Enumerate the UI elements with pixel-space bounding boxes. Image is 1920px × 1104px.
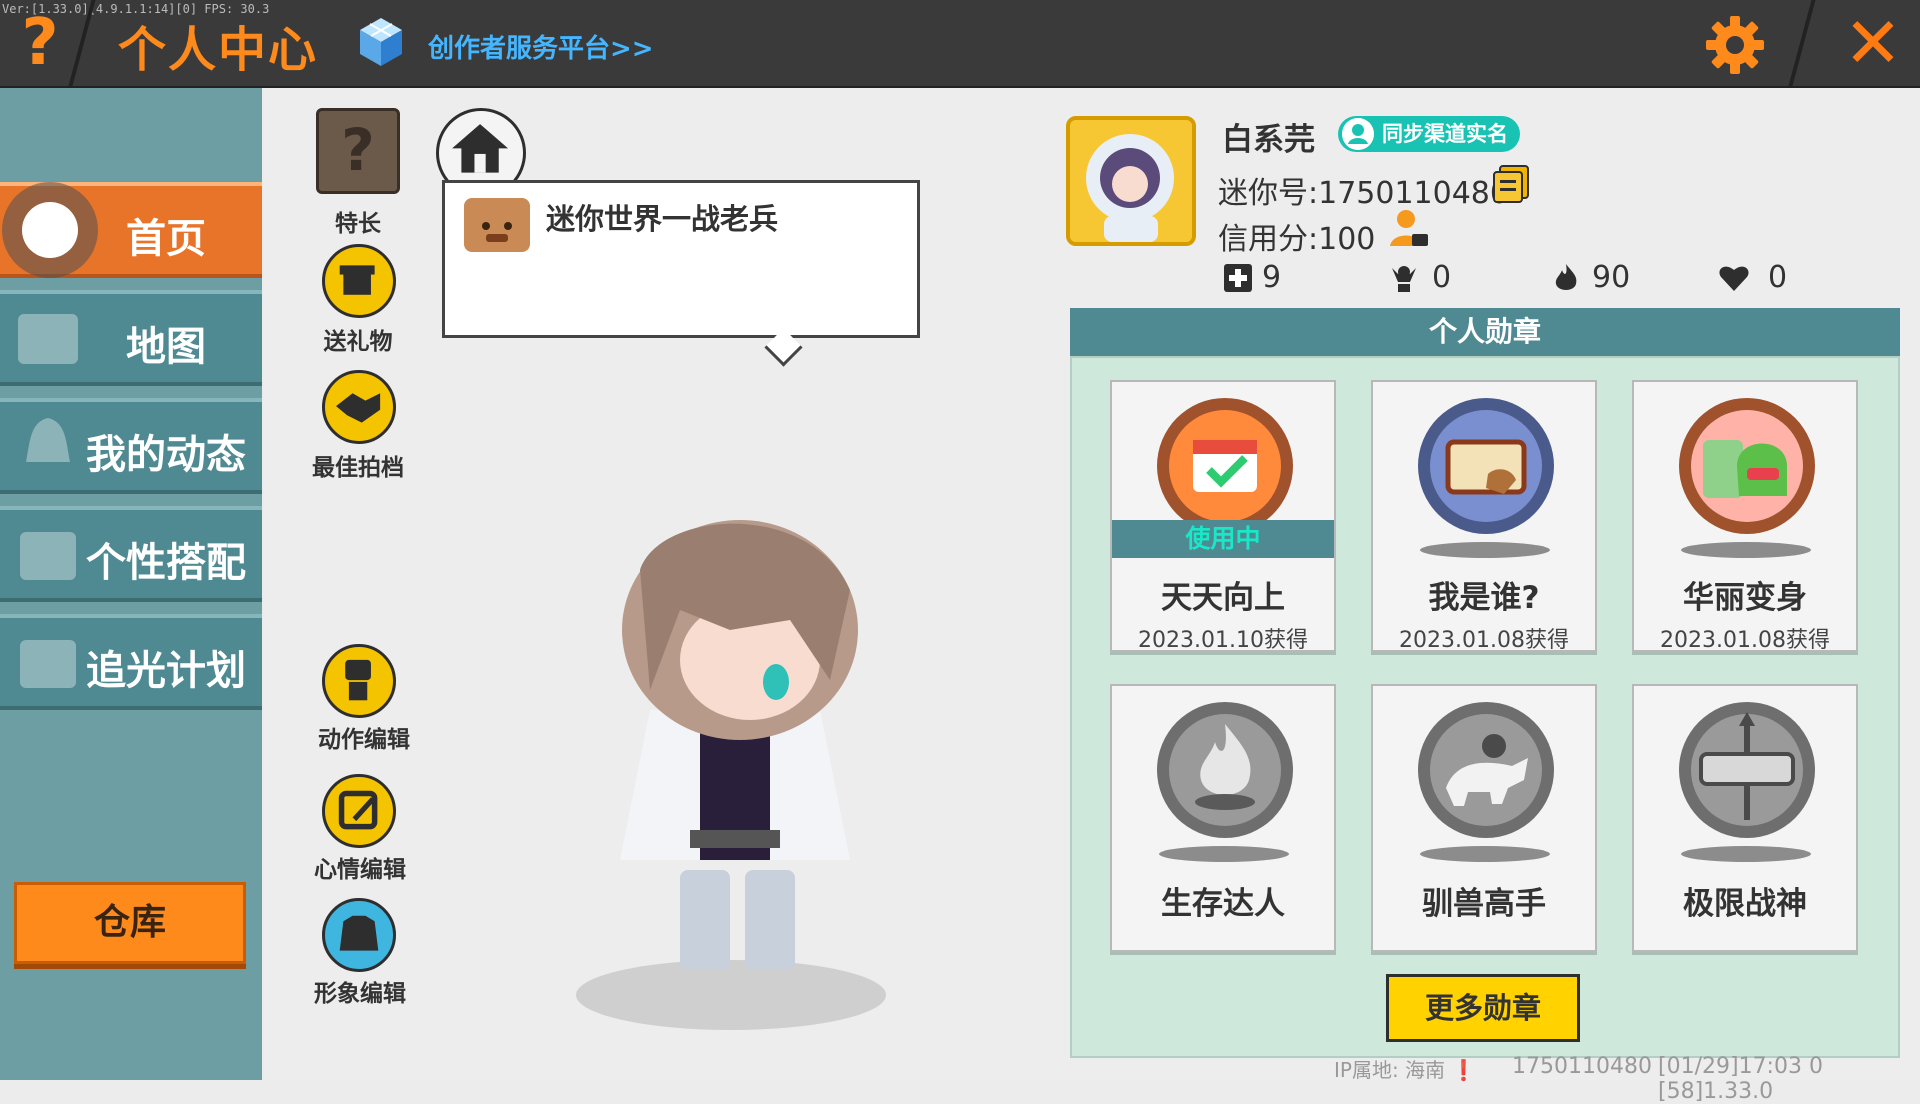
medal-shadow <box>1159 846 1289 862</box>
stat-value: 0 <box>1432 260 1452 295</box>
robot-icon <box>345 659 371 701</box>
plus-book-icon <box>1224 264 1252 292</box>
user-check-icon <box>1342 118 1374 150</box>
tamer-medal-icon <box>1418 702 1554 838</box>
look-edit-label: 形象编辑 <box>314 981 406 1007</box>
action-edit-label: 动作编辑 <box>318 727 410 753</box>
mini-id: 迷你号:1750110480 <box>1218 176 1509 211</box>
medal-name: 我是谁? <box>1428 580 1540 616</box>
calendar-medal-icon <box>1157 398 1293 534</box>
gear-icon[interactable] <box>1704 14 1766 76</box>
player-avatar[interactable] <box>580 500 890 1000</box>
creator-platform-link[interactable]: 创作者服务平台>> <box>428 28 654 65</box>
light-plan-icon <box>20 640 76 688</box>
medal-shadow <box>1420 542 1550 558</box>
partner-label: 最佳拍档 <box>312 455 404 481</box>
profile-avatar[interactable] <box>1066 116 1196 246</box>
stat-value: 0 <box>1768 260 1788 295</box>
action-edit-button[interactable] <box>322 644 396 718</box>
map-icon <box>18 314 78 364</box>
stat-value: 90 <box>1592 260 1631 295</box>
title-bubble-text: 迷你世界一战老兵 <box>546 202 779 236</box>
fire-icon <box>1555 264 1577 290</box>
medal-card[interactable]: 驯兽高手 <box>1371 684 1597 952</box>
gift-icon <box>339 265 375 295</box>
sidebar-item-label: 追光计划 <box>86 648 246 694</box>
bell-icon <box>26 418 70 462</box>
sidebar-item-outfit[interactable]: 个性搭配 <box>0 506 262 602</box>
sidebar-item-map[interactable]: 地图 <box>0 290 262 386</box>
heart-icon <box>1719 266 1749 291</box>
copy-icon[interactable] <box>1492 164 1530 204</box>
cube-icon[interactable] <box>358 16 404 68</box>
medal-card[interactable]: 使用中 天天向上 2023.01.10获得 <box>1110 380 1336 653</box>
medal-name: 天天向上 <box>1161 580 1285 616</box>
medal-shadow <box>1681 846 1811 862</box>
medal-shadow <box>1420 846 1550 862</box>
talent-label: 特长 <box>335 211 381 237</box>
mood-edit-label: 心情编辑 <box>314 857 406 883</box>
help-button[interactable]: ? <box>10 8 70 78</box>
talent-button[interactable]: ? <box>316 108 400 194</box>
sidebar-item-label: 地图 <box>126 324 206 370</box>
sidebar-item-label: 我的动态 <box>86 432 246 478</box>
medal-date: 2023.01.08获得 <box>1399 628 1569 653</box>
medal-card[interactable]: 极限战神 <box>1632 684 1858 952</box>
footer-timestamp: [01/29]17:03 0 [58]1.33.0 <box>1658 1054 1823 1104</box>
nickname: 白系芫 <box>1222 122 1315 158</box>
warehouse-button[interactable]: 仓库 <box>14 882 246 964</box>
outfit-edit-icon <box>339 915 379 951</box>
medal-card[interactable]: 华丽变身 2023.01.08获得 <box>1632 380 1858 653</box>
veteran-title-icon <box>464 198 530 252</box>
sidebar-item-label: 个性搭配 <box>86 540 246 586</box>
in-use-badge: 使用中 <box>1112 520 1334 558</box>
medal-card[interactable]: 我是谁? 2023.01.08获得 <box>1371 380 1597 653</box>
campfire-medal-icon <box>1157 702 1293 838</box>
footer-user-id: 1750110480 <box>1512 1054 1652 1079</box>
sidebar-item-light-plan[interactable]: 追光计划 <box>0 614 262 710</box>
touch-indicator-dot <box>22 202 78 258</box>
ip-location: IP属地: 海南 ❗ <box>1334 1058 1477 1082</box>
medal-name: 驯兽高手 <box>1422 886 1546 922</box>
medal-name: 极限战神 <box>1683 886 1807 922</box>
medal-card[interactable]: 生存达人 <box>1110 684 1336 952</box>
medal-name: 华丽变身 <box>1683 580 1807 616</box>
medal-shadow <box>1681 542 1811 558</box>
boss-medal-icon <box>1679 702 1815 838</box>
handshake-icon <box>336 393 381 423</box>
edit-icon <box>338 790 378 830</box>
outfit-icon <box>20 532 76 580</box>
id-card-medal-icon <box>1418 398 1554 534</box>
mood-edit-button[interactable] <box>322 774 396 848</box>
medals-header: 个人勋章 <box>1070 308 1900 356</box>
credit-user-icon[interactable] <box>1386 206 1430 250</box>
look-edit-button[interactable] <box>322 898 396 972</box>
medal-name: 生存达人 <box>1161 886 1285 922</box>
partner-button[interactable] <box>322 370 396 444</box>
gift-button[interactable] <box>322 244 396 318</box>
stat-value: 9 <box>1262 260 1282 295</box>
gift-label: 送礼物 <box>323 329 393 355</box>
transform-medal-icon <box>1679 398 1815 534</box>
fan-icon <box>1392 266 1416 292</box>
astronaut-avatar-icon <box>1070 120 1192 242</box>
medal-date: 2023.01.10获得 <box>1138 628 1308 653</box>
medal-date: 2023.01.08获得 <box>1660 628 1830 653</box>
page-title: 个人中心 <box>118 22 319 78</box>
more-medals-button[interactable]: 更多勋章 <box>1386 974 1580 1042</box>
sidebar-item-activity[interactable]: 我的动态 <box>0 398 262 494</box>
credit-score: 信用分:100 <box>1218 222 1376 257</box>
close-button[interactable]: ✕ <box>1840 8 1906 78</box>
sidebar-item-label: 首页 <box>126 216 206 262</box>
